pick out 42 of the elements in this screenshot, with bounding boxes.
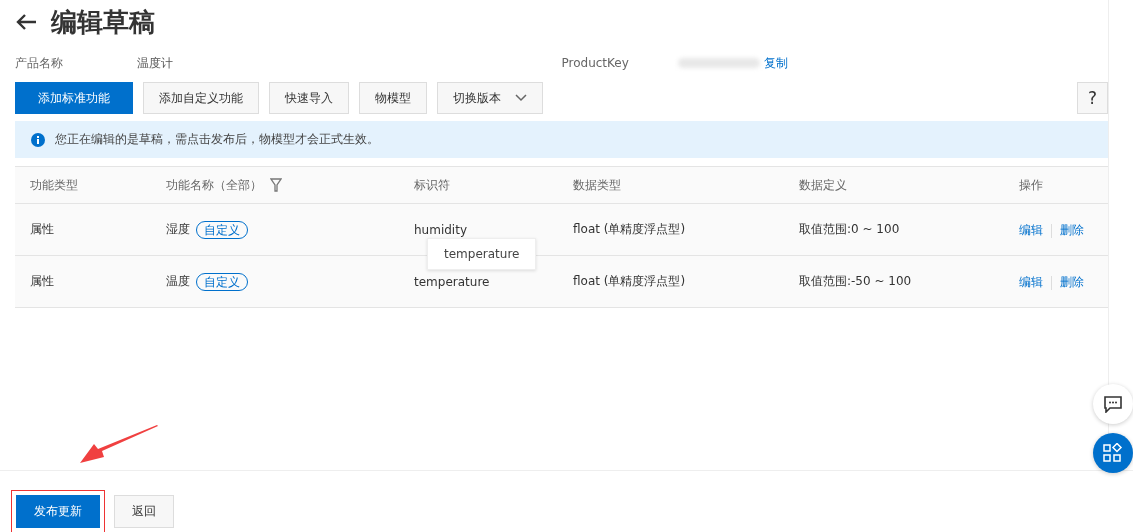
- chat-icon: [1104, 395, 1122, 413]
- alert-text: 您正在编辑的是草稿，需点击发布后，物模型才会正式生效。: [55, 131, 379, 148]
- column-header: 数据类型: [573, 176, 621, 194]
- back-arrow-icon[interactable]: [15, 13, 37, 31]
- help-button[interactable]: ?: [1077, 82, 1108, 114]
- toolbar-button[interactable]: 添加标准功能: [15, 82, 133, 114]
- footer-button[interactable]: 发布更新: [16, 495, 100, 528]
- table-cell: 属性: [30, 221, 54, 238]
- column-header: 标识符: [414, 176, 450, 194]
- table-cell: 取值范围:-50 ~ 100: [799, 273, 912, 290]
- toolbar-button[interactable]: 切换版本: [437, 82, 543, 114]
- column-header: 操作: [1019, 176, 1043, 194]
- table-cell: float (单精度浮点型): [573, 273, 686, 290]
- tooltip: temperature: [427, 238, 537, 270]
- row-action-link[interactable]: 删除: [1060, 222, 1084, 239]
- toolbar-button[interactable]: 快速导入: [269, 82, 349, 114]
- toolbar-button[interactable]: 物模型: [359, 82, 427, 114]
- table-cell: 取值范围:0 ~ 100: [799, 221, 900, 238]
- info-label: 产品名称: [15, 54, 64, 72]
- info-label: ProductKey: [561, 56, 630, 70]
- table-cell: temperature: [414, 274, 490, 289]
- row-action-link[interactable]: 删除: [1060, 274, 1084, 291]
- table-cell: humidity: [414, 222, 467, 237]
- info-value: 温度计: [137, 54, 173, 72]
- info-icon: [31, 132, 45, 147]
- table-cell: float (单精度浮点型): [573, 221, 686, 238]
- page-title: 编辑草稿: [51, 5, 155, 39]
- apps-button[interactable]: [1093, 433, 1133, 473]
- filter-icon[interactable]: [270, 178, 282, 192]
- row-action-link[interactable]: 编辑: [1019, 222, 1043, 239]
- column-header: 功能类型: [30, 176, 78, 194]
- copy-link[interactable]: 复制: [763, 54, 788, 72]
- toolbar-button[interactable]: 添加自定义功能: [143, 82, 259, 114]
- chat-button[interactable]: [1093, 384, 1133, 424]
- column-header: 数据定义: [799, 176, 847, 194]
- apps-icon: [1103, 443, 1123, 463]
- row-action-link[interactable]: 编辑: [1019, 274, 1043, 291]
- footer-button[interactable]: 返回: [114, 495, 174, 528]
- table-cell: 湿度: [166, 221, 190, 238]
- table-cell: 温度: [166, 273, 190, 290]
- table-cell: 属性: [30, 273, 54, 290]
- column-header: 功能名称（全部）: [166, 176, 262, 194]
